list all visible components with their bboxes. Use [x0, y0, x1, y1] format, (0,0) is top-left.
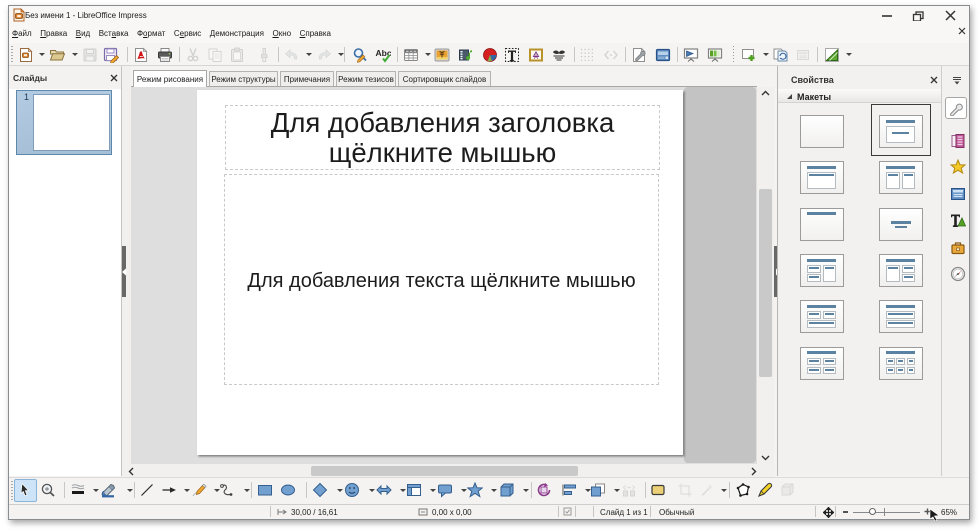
svg-text:А: А [534, 55, 538, 61]
